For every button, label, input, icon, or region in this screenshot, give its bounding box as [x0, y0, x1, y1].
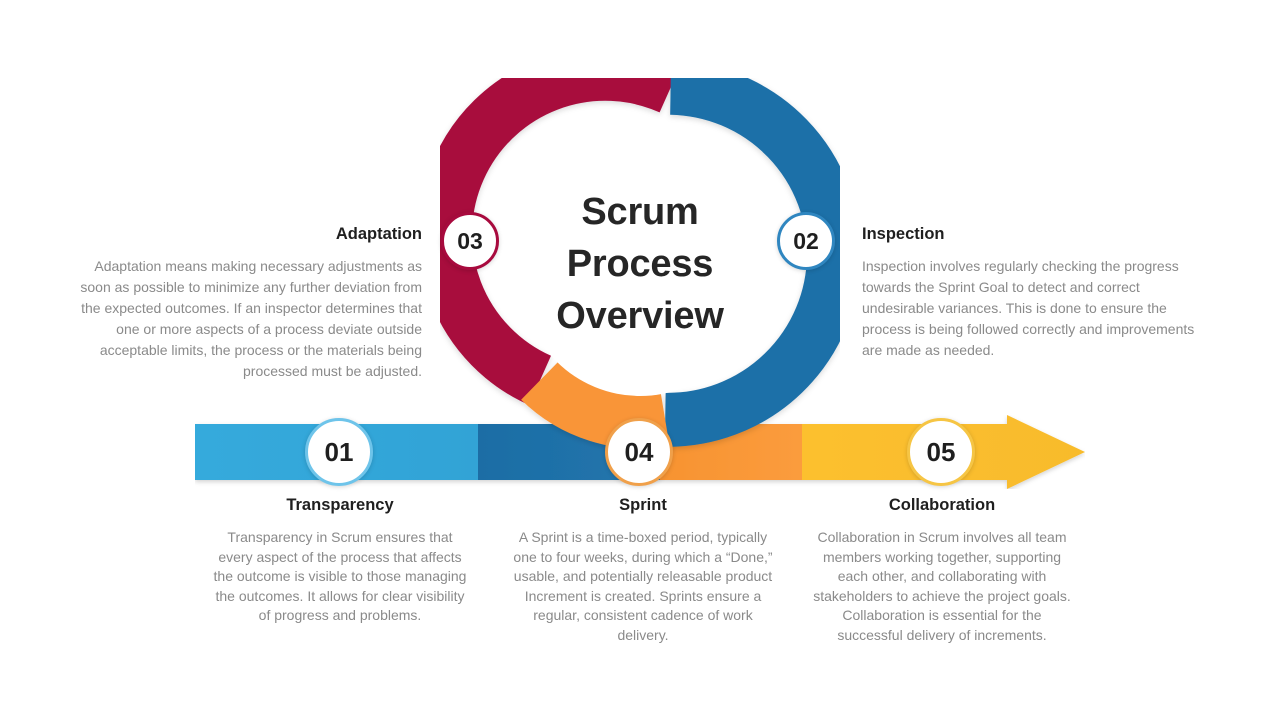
step-block-inspection: Inspection Inspection involves regularly…: [862, 225, 1214, 361]
step-body-transparency: Transparency in Scrum ensures that every…: [213, 529, 467, 623]
step-block-adaptation: Adaptation Adaptation means making neces…: [70, 225, 422, 382]
title-line-3: Overview: [556, 295, 724, 337]
step-badge-03[interactable]: 03: [441, 212, 499, 270]
step-block-sprint: Sprint A Sprint is a time-boxed period, …: [512, 496, 774, 645]
step-badge-01[interactable]: 01: [305, 418, 373, 486]
page-title: Scrum Process Overview: [520, 186, 760, 342]
badge-label-05: 05: [926, 436, 956, 467]
step-title-adaptation: Adaptation: [335, 225, 422, 243]
step-badge-05[interactable]: 05: [907, 418, 975, 486]
badge-label-02: 02: [793, 227, 819, 254]
step-block-collaboration: Collaboration Collaboration in Scrum inv…: [812, 496, 1072, 645]
badge-label-03: 03: [457, 227, 483, 254]
step-badge-04[interactable]: 04: [605, 418, 673, 486]
title-line-1: Scrum: [581, 191, 699, 233]
title-line-2: Process: [566, 243, 714, 285]
step-block-transparency: Transparency Transparency in Scrum ensur…: [210, 496, 470, 626]
step-title-collaboration: Collaboration: [888, 496, 996, 514]
step-body-collaboration: Collaboration in Scrum involves all team…: [813, 529, 1071, 643]
badge-label-01: 01: [324, 436, 354, 467]
step-body-inspection: Inspection involves regularly checking t…: [862, 258, 1195, 358]
step-body-sprint: A Sprint is a time-boxed period, typical…: [513, 529, 773, 643]
step-badge-02[interactable]: 02: [777, 212, 835, 270]
step-body-adaptation: Adaptation means making necessary adjust…: [80, 258, 422, 379]
step-title-inspection: Inspection: [862, 225, 945, 243]
step-title-transparency: Transparency: [286, 496, 394, 514]
step-title-sprint: Sprint: [619, 496, 667, 514]
slide-canvas: Scrum Process Overview 01 02 03 04 05 Ad…: [0, 0, 1280, 720]
badge-label-04: 04: [624, 436, 654, 467]
